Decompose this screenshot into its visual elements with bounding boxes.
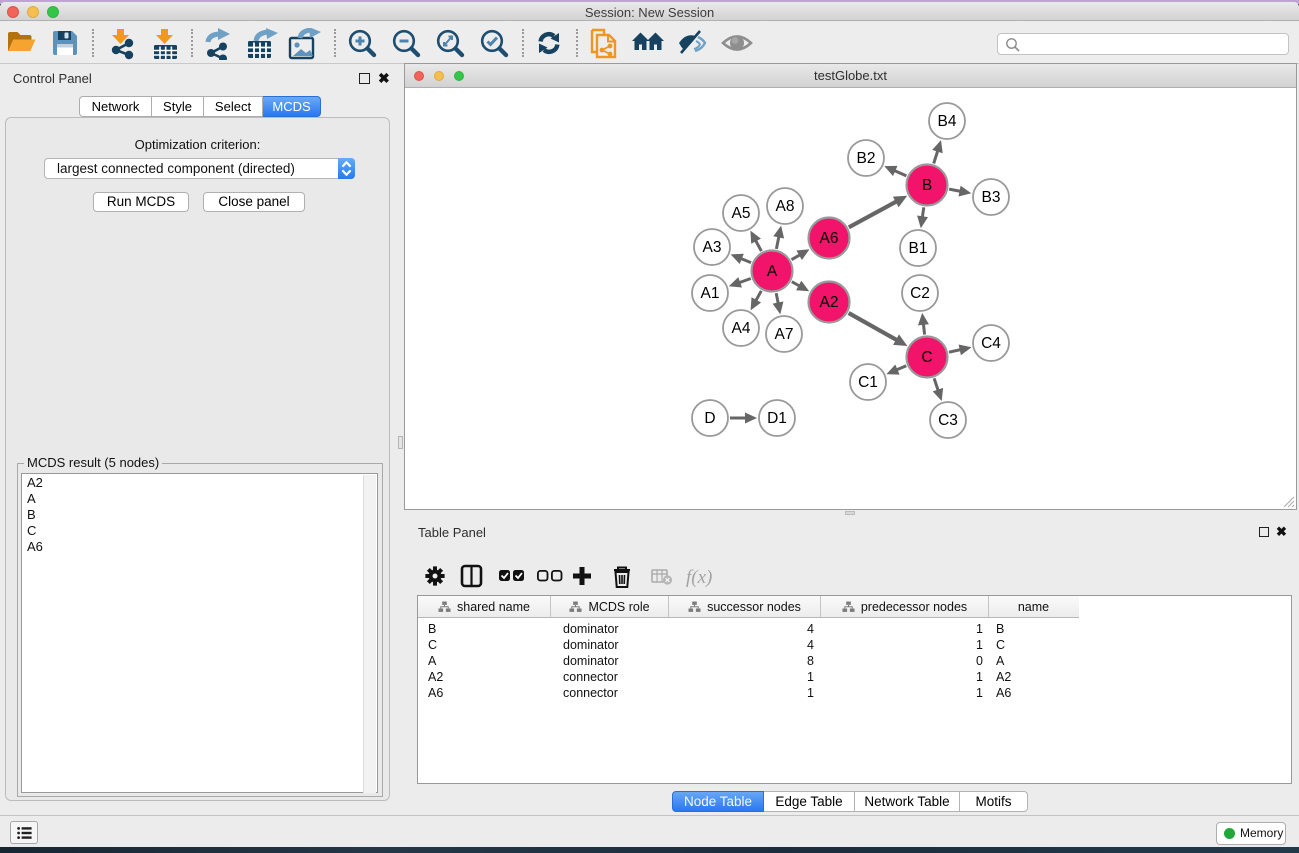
svg-text:A5: A5 (732, 205, 751, 222)
svg-text:D1: D1 (767, 410, 787, 427)
svg-text:D: D (704, 410, 715, 427)
svg-text:C2: C2 (910, 285, 930, 302)
svg-text:C4: C4 (981, 335, 1001, 352)
svg-text:f(x): f(x) (686, 567, 712, 588)
svg-text:A2: A2 (820, 294, 839, 311)
svg-text:A8: A8 (776, 198, 795, 215)
svg-text:C: C (921, 349, 932, 366)
svg-text:C1: C1 (858, 374, 878, 391)
svg-text:B1: B1 (909, 240, 928, 257)
svg-text:A: A (767, 263, 778, 280)
svg-text:A1: A1 (701, 285, 720, 302)
svg-text:B: B (922, 177, 932, 194)
svg-text:A4: A4 (732, 320, 751, 337)
svg-text:C3: C3 (938, 412, 958, 429)
svg-text:B4: B4 (938, 113, 957, 130)
svg-text:A7: A7 (775, 326, 794, 343)
svg-text:B3: B3 (982, 189, 1001, 206)
svg-text:A6: A6 (820, 230, 839, 247)
svg-text:B2: B2 (857, 150, 876, 167)
svg-text:A3: A3 (703, 239, 722, 256)
